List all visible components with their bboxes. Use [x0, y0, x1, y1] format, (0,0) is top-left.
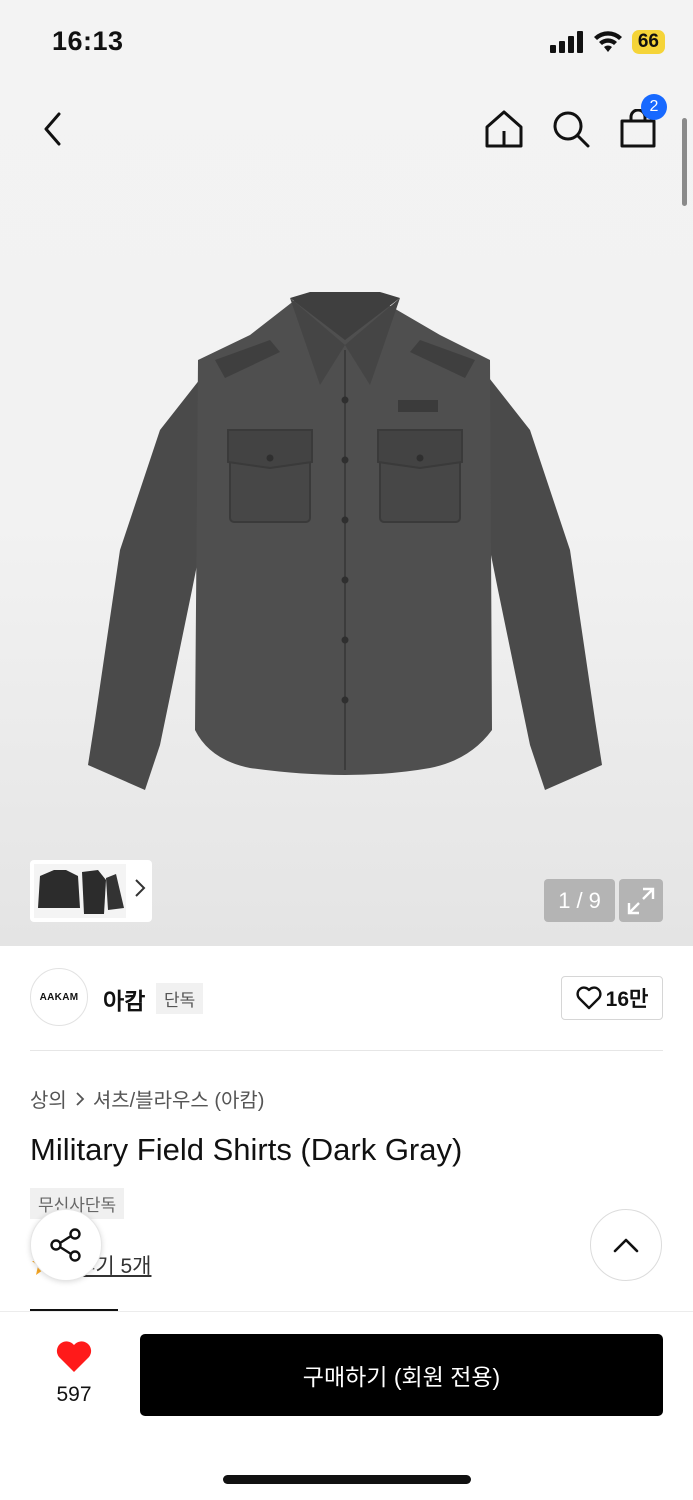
thumbnail-images: [34, 864, 126, 918]
scroll-indicator[interactable]: [682, 118, 687, 206]
home-indicator: [223, 1475, 471, 1484]
battery-indicator: 66: [631, 30, 665, 54]
back-button[interactable]: [30, 106, 76, 152]
chevron-right-icon: [135, 879, 146, 897]
status-time: 16:13: [52, 26, 124, 56]
brand-like-button[interactable]: 16만: [561, 976, 663, 1020]
heart-outline-icon: [576, 986, 602, 1010]
brand-exclusive-badge: 단독: [156, 983, 204, 1014]
top-nav: 2: [0, 94, 693, 160]
divider: [30, 1050, 663, 1051]
expand-image-button[interactable]: [619, 879, 663, 922]
signal-icon: [549, 31, 583, 53]
status-icons: 66: [549, 30, 665, 54]
scroll-to-top-button[interactable]: [590, 1209, 662, 1281]
breadcrumb-category[interactable]: 상의: [30, 1084, 67, 1113]
total-pages: 9: [588, 887, 601, 913]
heart-filled-icon: [56, 1341, 92, 1372]
image-page-counter: 1 / 9: [544, 879, 615, 922]
thumbnail-strip[interactable]: [30, 860, 152, 922]
brand-logo[interactable]: AAKAM: [30, 968, 88, 1026]
cart-count-badge: 2: [641, 94, 667, 120]
search-icon: [553, 111, 590, 148]
page-separator: /: [576, 887, 583, 913]
bottom-action-bar: 597 구매하기 (회원 전용): [0, 1311, 693, 1500]
status-bar: 16:13 66: [0, 0, 693, 86]
home-button[interactable]: [481, 106, 527, 152]
chevron-left-icon: [44, 112, 61, 146]
current-page: 1: [558, 887, 571, 913]
share-icon: [50, 1228, 81, 1262]
chevron-up-icon: [613, 1238, 639, 1253]
brand-name[interactable]: 아캄: [103, 982, 145, 1016]
wishlist-count: 597: [56, 1383, 92, 1406]
product-image[interactable]: [80, 290, 610, 800]
expand-icon: [627, 887, 655, 914]
search-button[interactable]: [548, 106, 594, 152]
brand-like-count: 16만: [605, 988, 649, 1011]
brand-row: AAKAM 아캄 단독 16만: [30, 968, 663, 1028]
breadcrumb: 상의 셔츠/블라우스 (아캄): [30, 1084, 264, 1113]
product-title: Military Field Shirts (Dark Gray): [30, 1132, 463, 1167]
chevron-right-icon: [76, 1091, 85, 1106]
share-button[interactable]: [30, 1209, 102, 1281]
wishlist-button[interactable]: 597: [30, 1340, 118, 1407]
buy-button[interactable]: 구매하기 (회원 전용): [140, 1334, 663, 1416]
home-icon: [485, 110, 523, 148]
wifi-icon: [593, 31, 622, 52]
breadcrumb-subcategory[interactable]: 셔츠/블라우스 (아캄): [93, 1084, 265, 1113]
cart-button[interactable]: 2: [615, 94, 667, 152]
